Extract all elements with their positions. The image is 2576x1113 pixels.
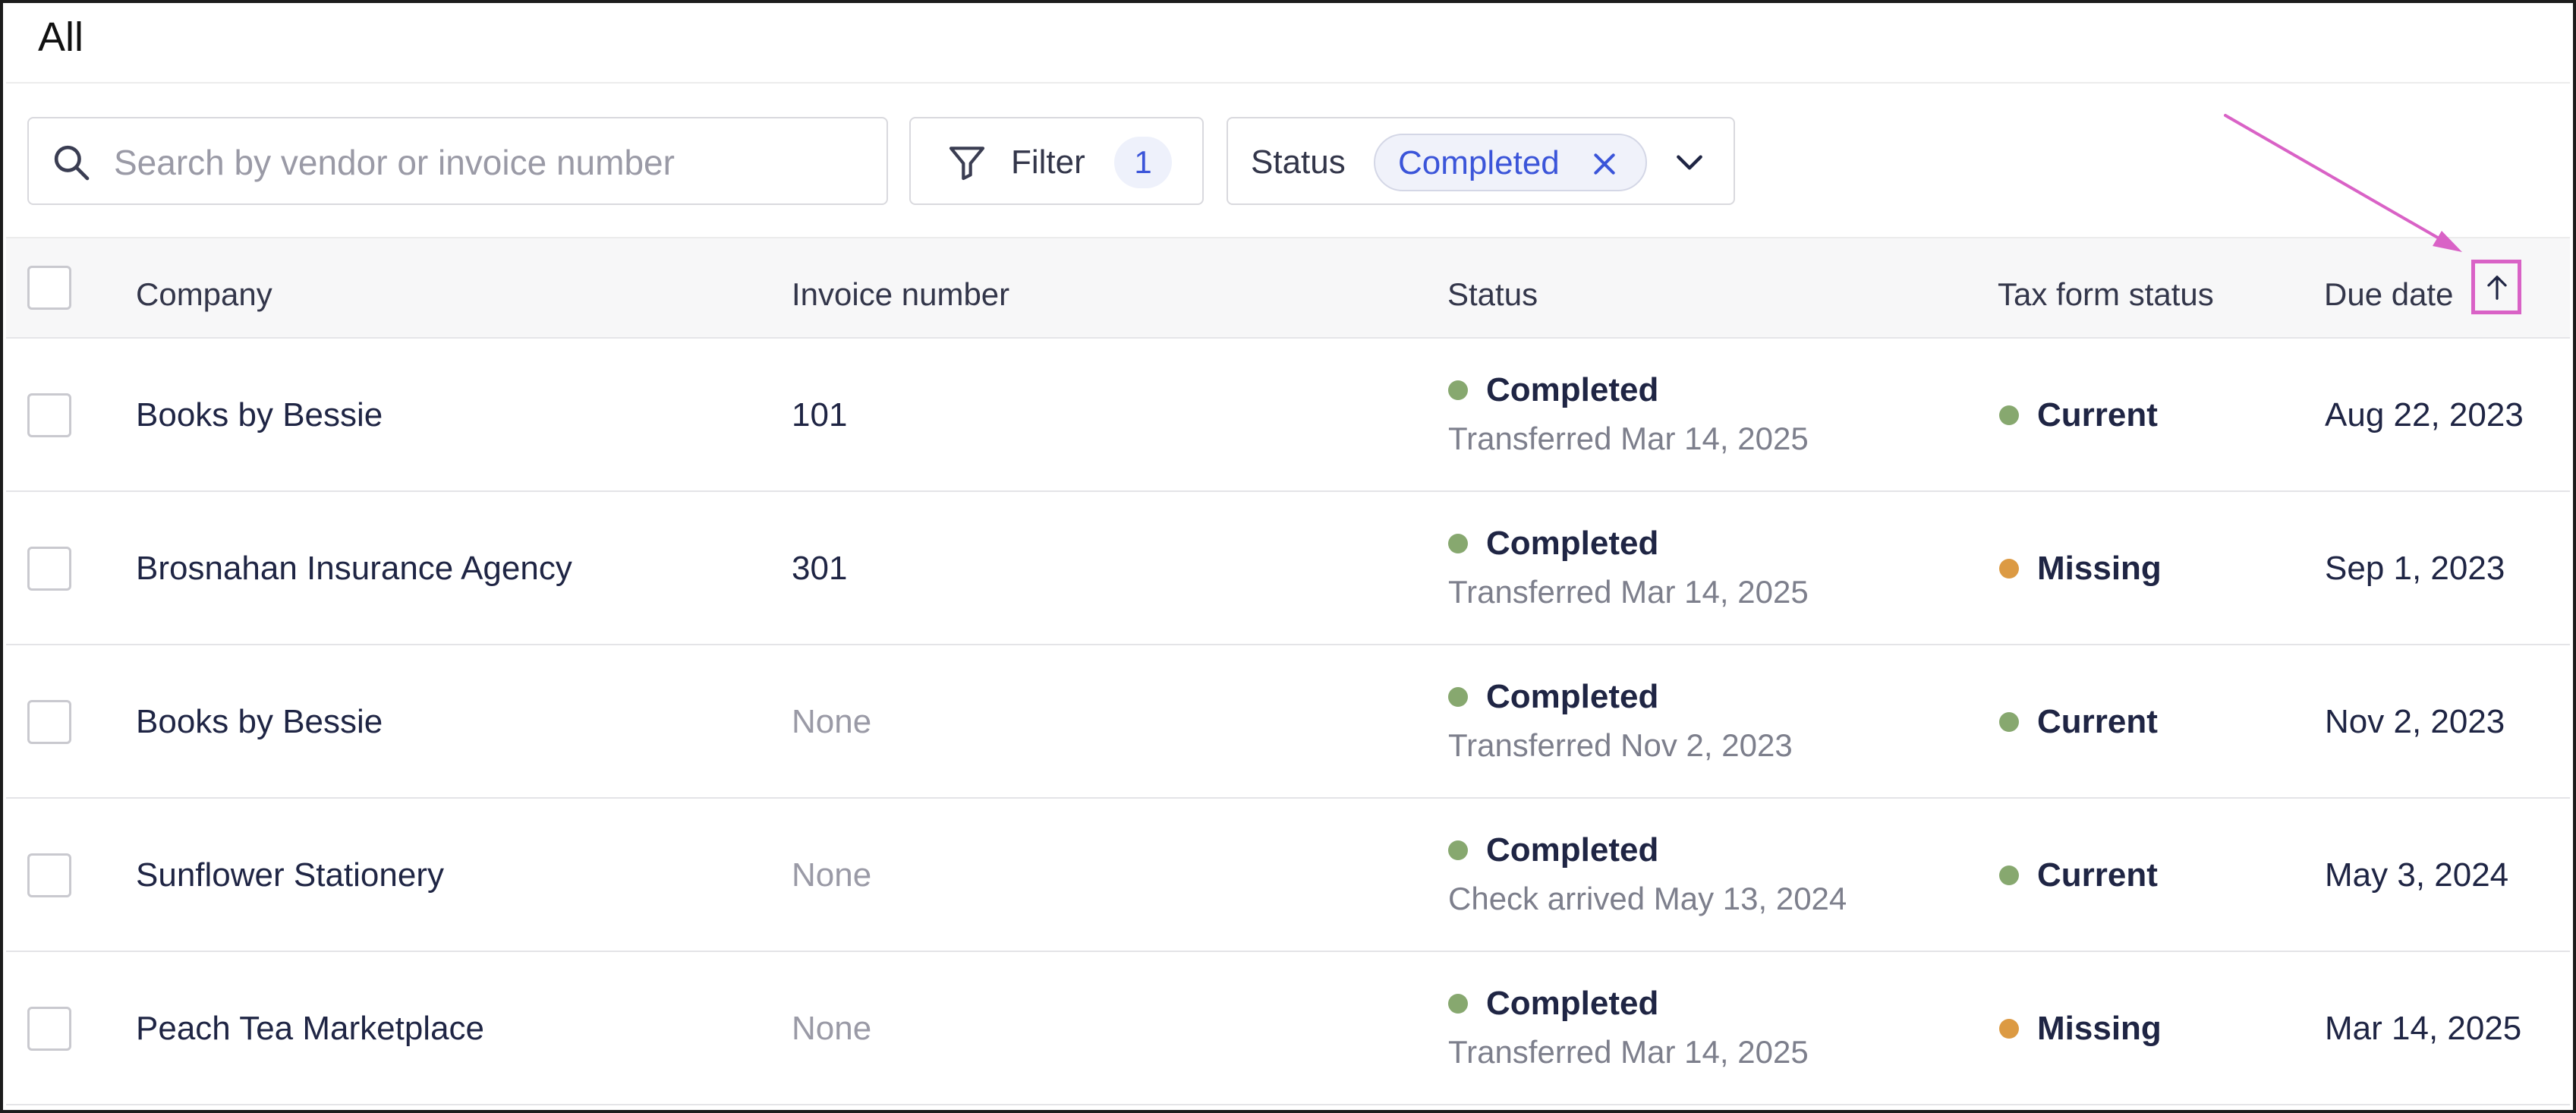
tax-status-dot	[1999, 865, 2019, 885]
table-row[interactable]: Peach Tea Marketplace None Completed Transf…	[6, 952, 2570, 1105]
row-checkbox[interactable]	[27, 547, 71, 591]
sort-ascending-button[interactable]	[2471, 260, 2521, 314]
status-chip-label: Completed	[1398, 144, 1560, 181]
row-checkbox[interactable]	[27, 1007, 71, 1051]
filter-button[interactable]: Filter 1	[909, 117, 1204, 205]
status-dot	[1448, 534, 1468, 553]
status-label: Completed	[1486, 525, 1659, 562]
tax-form-status: Missing	[2037, 550, 2162, 587]
invoice-number: None	[792, 703, 872, 740]
company-name: Brosnahan Insurance Agency	[136, 550, 572, 587]
search-icon	[54, 145, 90, 181]
status-dot	[1448, 687, 1468, 707]
company-name: Sunflower Stationery	[136, 856, 444, 894]
tax-form-status: Current	[2037, 396, 2158, 434]
due-date: Sep 1, 2023	[2325, 550, 2505, 587]
column-header-status[interactable]: Status	[1447, 272, 1538, 317]
status-label: Completed	[1486, 371, 1659, 408]
column-header-tax-form-status[interactable]: Tax form status	[1998, 272, 2214, 317]
tax-form-status: Current	[2037, 856, 2158, 894]
invoice-number: None	[792, 856, 872, 894]
window-frame: All Filter 1 Status Completed Company	[0, 0, 2576, 1113]
tax-status-dot	[1999, 1019, 2019, 1039]
row-checkbox[interactable]	[27, 853, 71, 897]
status-filter-label: Status	[1251, 143, 1346, 181]
status-dot	[1448, 380, 1468, 400]
status-filter[interactable]: Status Completed	[1227, 117, 1735, 205]
column-header-invoice-number[interactable]: Invoice number	[792, 272, 1009, 317]
tax-form-status: Missing	[2037, 1010, 2162, 1047]
page-title: All	[38, 14, 84, 60]
status-detail: Transferred Nov 2, 2023	[1448, 727, 1793, 763]
tax-status-dot	[1999, 712, 2019, 732]
status-detail: Check arrived May 13, 2024	[1448, 881, 1847, 916]
search-box[interactable]	[27, 117, 888, 205]
status-dot	[1448, 840, 1468, 860]
due-date: May 3, 2024	[2325, 856, 2509, 894]
company-name: Books by Bessie	[136, 703, 383, 740]
close-icon[interactable]	[1589, 149, 1620, 179]
search-input[interactable]	[114, 134, 873, 191]
table-row[interactable]: Brosnahan Insurance Agency 301 Completed Tr…	[6, 492, 2570, 645]
status-label: Completed	[1486, 985, 1659, 1022]
title-divider	[6, 82, 2570, 84]
select-all-checkbox[interactable]	[27, 266, 71, 310]
table-header: Company Invoice number Status Tax form s…	[6, 237, 2570, 339]
row-checkbox[interactable]	[27, 700, 71, 744]
company-name: Books by Bessie	[136, 396, 383, 434]
status-dot	[1448, 994, 1468, 1014]
column-header-due-date[interactable]: Due date	[2324, 272, 2453, 317]
status-detail: Transferred Mar 14, 2025	[1448, 574, 1809, 610]
status-label: Completed	[1486, 831, 1659, 869]
filter-count-badge: 1	[1114, 137, 1172, 188]
invoice-number: 101	[792, 396, 848, 434]
status-label: Completed	[1486, 678, 1659, 715]
status-chip: Completed	[1374, 134, 1647, 191]
tax-status-dot	[1999, 559, 2019, 579]
row-checkbox[interactable]	[27, 393, 71, 437]
arrow-up-icon	[2487, 276, 2507, 300]
invoice-number: 301	[792, 550, 848, 587]
chevron-down-icon[interactable]	[1673, 146, 1706, 179]
due-date: Mar 14, 2025	[2325, 1010, 2522, 1047]
filter-label: Filter	[1011, 143, 1085, 181]
status-detail: Transferred Mar 14, 2025	[1448, 421, 1809, 456]
status-detail: Transferred Mar 14, 2025	[1448, 1034, 1809, 1070]
due-date: Nov 2, 2023	[2325, 703, 2505, 740]
company-name: Peach Tea Marketplace	[136, 1010, 485, 1047]
tax-status-dot	[1999, 405, 2019, 425]
due-date: Aug 22, 2023	[2325, 396, 2524, 434]
invoice-number: None	[792, 1010, 872, 1047]
table-row[interactable]: Books by Bessie None Completed Transferred …	[6, 645, 2570, 799]
column-header-company[interactable]: Company	[136, 272, 272, 317]
table-row[interactable]: Books by Bessie 101 Completed Transferred M…	[6, 339, 2570, 492]
tax-form-status: Current	[2037, 703, 2158, 740]
funnel-icon	[949, 147, 985, 181]
table-row[interactable]: Sunflower Stationery None Completed Check a…	[6, 799, 2570, 952]
